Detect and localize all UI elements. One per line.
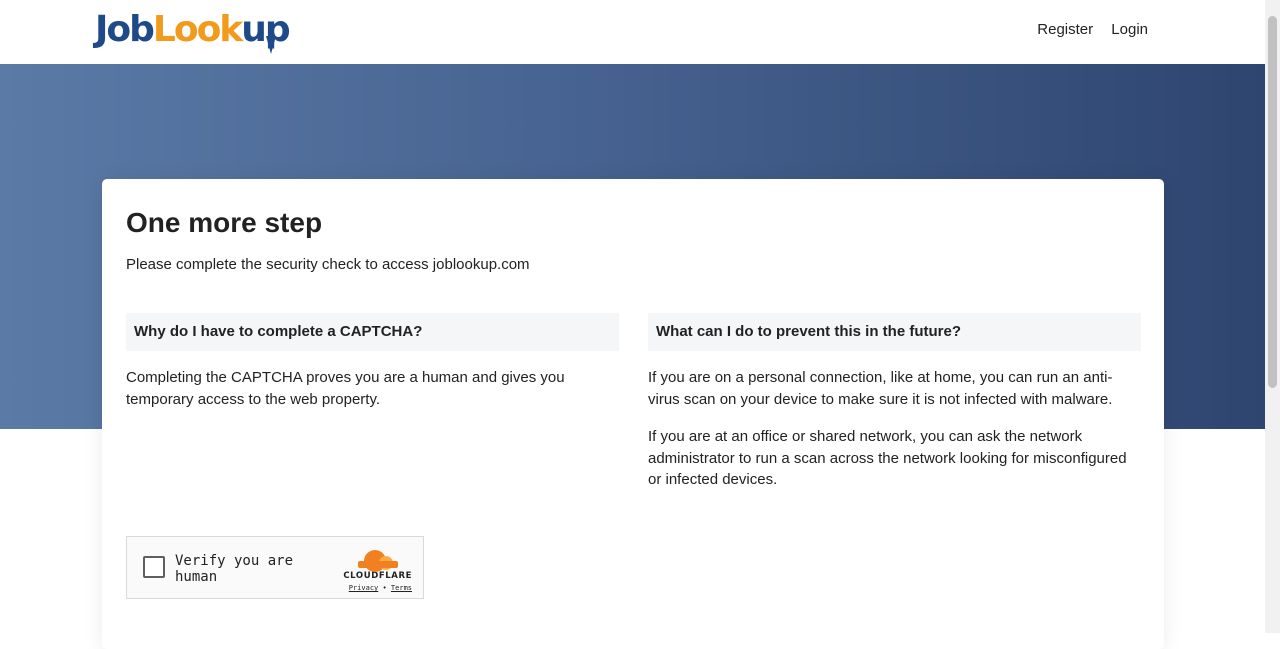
cloudflare-wordmark: CLOUDFLARE <box>343 571 412 581</box>
logo-text-job: Job <box>95 9 155 50</box>
links-separator: • <box>382 584 387 592</box>
page-subtitle: Please complete the security check to ac… <box>126 256 530 273</box>
turnstile-widget: Verify you are human CLOUDFLARE Privacy … <box>126 536 424 599</box>
site-header: JobLookup Register Login <box>0 0 1265 64</box>
joblookup-logo[interactable]: JobLookup <box>95 8 295 58</box>
captcha-why-heading: Why do I have to complete a CAPTCHA? <box>126 313 619 351</box>
verify-label: Verify you are human <box>175 553 294 585</box>
terms-link[interactable]: Terms <box>391 584 412 592</box>
logo-tie-icon <box>266 36 276 54</box>
cloudflare-links: Privacy • Terms <box>336 584 412 592</box>
logo-text-up: up <box>241 9 290 50</box>
security-check-card: One more step Please complete the securi… <box>102 179 1164 649</box>
header-nav: Register Login <box>1023 21 1148 38</box>
prevent-future-text-2: If you are at an office or shared networ… <box>648 428 1127 488</box>
captcha-why-text: Completing the CAPTCHA proves you are a … <box>126 369 565 408</box>
cloudflare-cloud-icon <box>336 548 412 572</box>
login-link[interactable]: Login <box>1111 21 1148 38</box>
page-scrollbar[interactable] <box>1265 0 1280 633</box>
scrollbar-thumb[interactable] <box>1268 16 1277 388</box>
verify-checkbox[interactable] <box>143 556 165 578</box>
prevent-future-heading: What can I do to prevent this in the fut… <box>648 313 1141 351</box>
captcha-why-section: Why do I have to complete a CAPTCHA? Com… <box>126 313 619 410</box>
logo-text-look: Look <box>152 9 243 50</box>
prevent-future-section: What can I do to prevent this in the fut… <box>648 313 1141 491</box>
privacy-link[interactable]: Privacy <box>349 584 379 592</box>
page-title: One more step <box>126 207 323 238</box>
register-link[interactable]: Register <box>1037 21 1093 38</box>
prevent-future-text-1: If you are on a personal connection, lik… <box>648 369 1113 408</box>
cloudflare-branding: CLOUDFLARE Privacy • Terms <box>336 548 412 592</box>
